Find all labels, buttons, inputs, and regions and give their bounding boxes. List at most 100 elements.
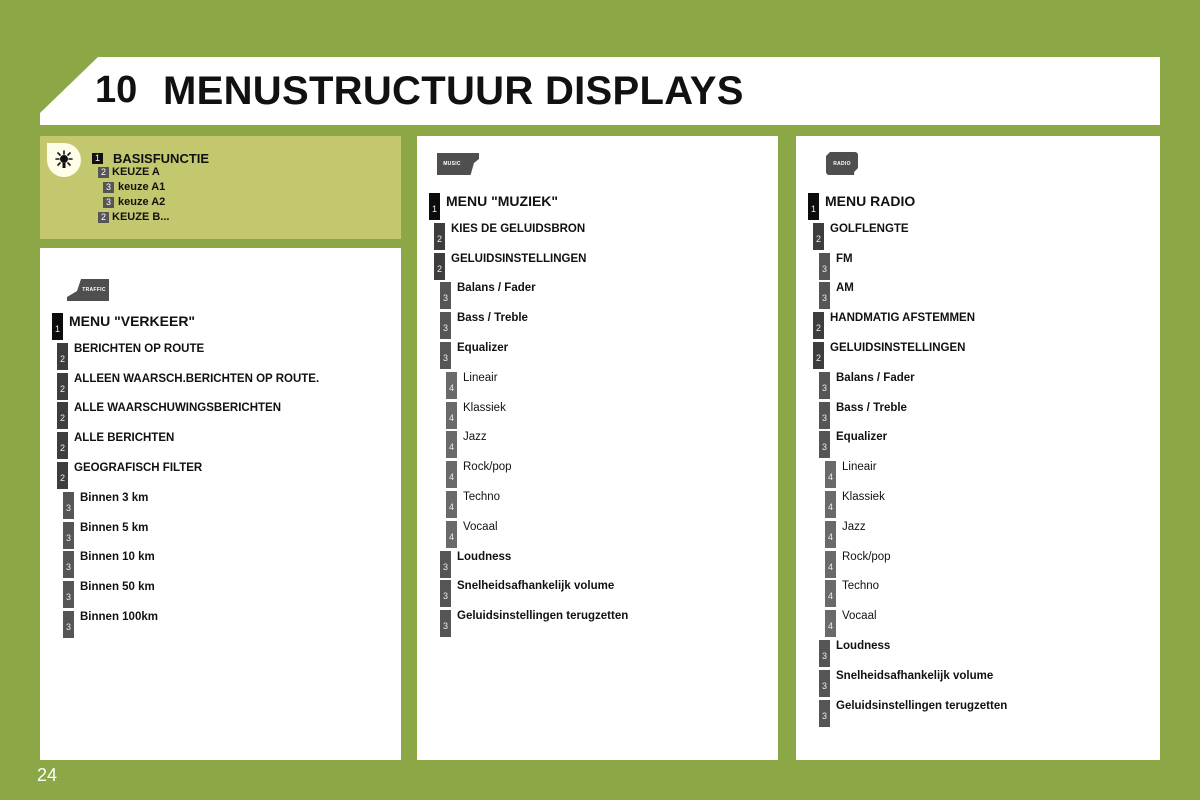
level-badge: 3 bbox=[819, 640, 830, 667]
menu-item: 3 Binnen 50 km bbox=[63, 581, 155, 609]
menu-item-label: Binnen 50 km bbox=[80, 581, 155, 594]
menu-item: 2 BERICHTEN OP ROUTE bbox=[57, 342, 205, 370]
level-badge: 4 bbox=[825, 580, 836, 608]
level-badge: 4 bbox=[446, 431, 457, 459]
legend-item: 2 KEUZE A bbox=[98, 166, 160, 178]
level-badge: 3 bbox=[440, 342, 451, 369]
menu-item: 4 Rock/pop bbox=[825, 550, 891, 578]
level-badge: 2 bbox=[57, 432, 68, 460]
menu-item-label: GEOGRAFISCH FILTER bbox=[74, 462, 203, 474]
menu-item-label: MENU RADIO bbox=[825, 193, 916, 209]
menu-item: 3 Balans / Fader bbox=[819, 371, 915, 399]
menu-item-label: Techno bbox=[463, 491, 501, 503]
menu-item-label: Binnen 10 km bbox=[80, 551, 155, 564]
level-badge: 4 bbox=[446, 520, 457, 548]
page-title: MENUSTRUCTUUR DISPLAYS bbox=[163, 69, 744, 113]
level-badge: 3 bbox=[819, 371, 830, 399]
menu-item: 1 MENU "VERKEER" bbox=[52, 313, 195, 340]
menu-item-label: Lineair bbox=[463, 371, 498, 384]
light-bulb-icon bbox=[47, 143, 81, 177]
menu-item-label: Rock/pop bbox=[842, 550, 891, 563]
menu-item-label: BERICHTEN OP ROUTE bbox=[74, 342, 205, 355]
menu-item-label: Klassiek bbox=[463, 401, 506, 414]
menu-item-label: Vocaal bbox=[842, 610, 877, 623]
music-menu-panel: MUSIC 1 MENU "MUZIEK" 2 KIES DE GELUIDSBRON… bbox=[417, 136, 778, 760]
menu-item: 3 FM bbox=[819, 252, 853, 280]
menu-item: 2 ALLE WAARSCHUWINGSBERICHTEN bbox=[57, 402, 281, 430]
menu-item: 2 GEOGRAFISCH FILTER bbox=[57, 462, 202, 489]
menu-item-label: AM bbox=[836, 282, 854, 295]
menu-item-label: Snelheidsafhankelijk volume bbox=[836, 669, 994, 682]
page-number: 24 bbox=[37, 765, 58, 785]
menu-item-label: GOLFLENGTE bbox=[830, 222, 909, 235]
level-badge: 3 bbox=[63, 611, 74, 638]
radio-icon-label: RADIO bbox=[833, 160, 851, 167]
menu-item: 3 Binnen 100km bbox=[63, 611, 158, 638]
menu-item-label: Klassiek bbox=[842, 491, 885, 503]
legend-item: 1 BASISFUNCTIE bbox=[92, 151, 209, 166]
level-badge: 3 bbox=[440, 550, 451, 578]
level-badge: 3 bbox=[819, 401, 830, 429]
menu-item: 4 Lineair bbox=[825, 461, 877, 489]
menu-item-label: MENU "VERKEER" bbox=[69, 313, 196, 329]
level-badge: 4 bbox=[825, 550, 836, 578]
menu-item-label: Jazz bbox=[463, 431, 487, 444]
level-badge: 2 bbox=[813, 342, 824, 369]
level-badge: 2 bbox=[57, 462, 68, 489]
menu-item: 4 Techno bbox=[825, 580, 879, 608]
menu-item: 2 GELUIDSINSTELLINGEN bbox=[813, 342, 965, 369]
level-badge: 3 bbox=[63, 581, 74, 609]
level-badge: 4 bbox=[446, 371, 457, 399]
menu-item-label: Rock/pop bbox=[463, 461, 512, 474]
level-badge: 3 bbox=[819, 699, 830, 727]
menu-item: 3 Loudness bbox=[440, 550, 511, 578]
menu-item-label: MENU "MUZIEK" bbox=[446, 193, 559, 209]
radio-mode-icon: RADIO bbox=[826, 152, 858, 175]
level-badge: 3 bbox=[819, 669, 830, 697]
menu-item: 2 GELUIDSINSTELLINGEN bbox=[434, 252, 587, 280]
legend-item: 2 KEUZE B... bbox=[98, 211, 169, 223]
menu-item: 3 Equalizer bbox=[819, 431, 887, 459]
menu-item: 2 HANDMATIG AFSTEMMEN bbox=[813, 312, 976, 340]
level-badge: 4 bbox=[446, 491, 457, 518]
menu-item: 4 Klassiek bbox=[446, 401, 506, 429]
level-badge: 3 bbox=[440, 610, 451, 638]
level-badge: 4 bbox=[446, 461, 457, 489]
level-badge: 3 bbox=[103, 181, 114, 193]
menu-item-label: Snelheidsafhankelijk volume bbox=[457, 580, 615, 593]
music-icon-label: MUSIC bbox=[443, 161, 461, 167]
menu-item-label: ALLEEN WAARSCH.BERICHTEN OP ROUTE. bbox=[74, 372, 320, 385]
level-badge: 2 bbox=[98, 166, 109, 178]
level-badge: 2 bbox=[434, 252, 445, 280]
menu-item: 3 Snelheidsafhankelijk volume bbox=[440, 580, 615, 608]
menu-item-label: GELUIDSINSTELLINGEN bbox=[451, 252, 587, 265]
menu-item-label: Binnen 100km bbox=[80, 611, 158, 623]
level-badge: 2 bbox=[98, 211, 109, 223]
menu-item: 2 ALLEEN WAARSCH.BERICHTEN OP ROUTE. bbox=[57, 372, 320, 400]
level-badge: 1 bbox=[429, 193, 440, 220]
menu-item: 1 MENU "MUZIEK" bbox=[429, 193, 558, 220]
menu-item-label: Binnen 5 km bbox=[80, 521, 149, 534]
menu-item: 2 ALLE BERICHTEN bbox=[57, 432, 174, 460]
menu-item: 4 Klassiek bbox=[825, 491, 885, 518]
menu-item-label: Vocaal bbox=[463, 520, 498, 533]
level-badge: 2 bbox=[57, 402, 68, 430]
menu-item: 3 Bass / Treble bbox=[440, 312, 528, 340]
menu-item: 3 Binnen 5 km bbox=[63, 521, 149, 549]
menu-item: 3 Geluidsinstellingen terugzetten bbox=[440, 610, 628, 638]
menu-item: 3 AM bbox=[819, 282, 854, 310]
level-badge: 1 bbox=[52, 313, 63, 340]
menu-item: 4 Techno bbox=[446, 491, 500, 518]
menu-item-label: Bass / Treble bbox=[457, 312, 528, 325]
menu-item: 2 KIES DE GELUIDSBRON bbox=[434, 222, 585, 250]
legend-label: KEUZE A bbox=[112, 166, 160, 178]
menu-item: 2 GOLFLENGTE bbox=[813, 222, 909, 250]
legend-panel: 1 BASISFUNCTIE 2 KEUZE A 3 keuze A1 3 ke… bbox=[40, 136, 401, 239]
level-badge: 3 bbox=[819, 431, 830, 459]
menu-item: 4 Jazz bbox=[825, 520, 866, 548]
level-badge: 2 bbox=[434, 222, 445, 250]
traffic-icon-label: TRAFFIC bbox=[82, 287, 106, 293]
menu-item-label: Equalizer bbox=[457, 342, 509, 354]
menu-item: 4 Vocaal bbox=[825, 610, 877, 638]
menu-item-label: HANDMATIG AFSTEMMEN bbox=[830, 312, 976, 325]
